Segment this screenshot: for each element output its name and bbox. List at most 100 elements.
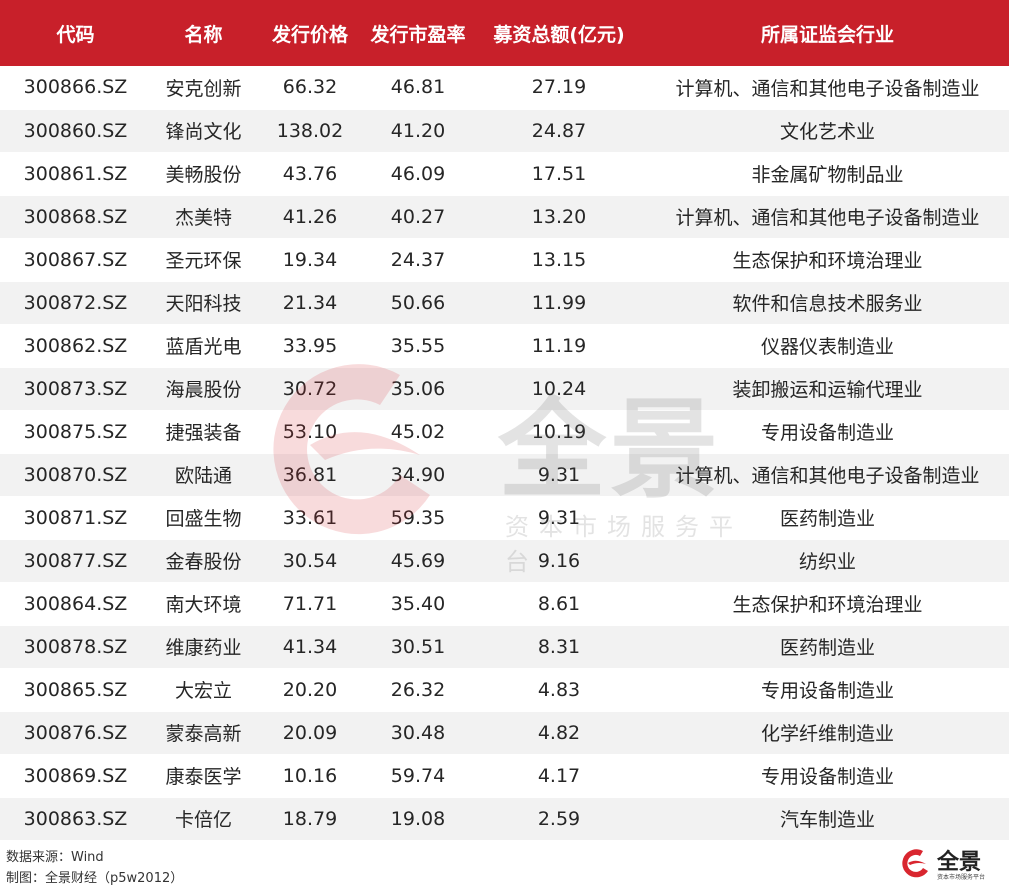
cell-raised-amount: 9.31: [472, 453, 646, 497]
table-row: 300867.SZ 圣元环保 19.34 24.37 13.15 生态保护和环境治理业: [0, 238, 1009, 282]
header-raised-amount: 募资总额(亿元): [493, 23, 625, 46]
cell-raised-amount: 13.15: [472, 238, 646, 282]
cell-raised-amount: 11.99: [472, 281, 646, 325]
cell-code: 300868.SZ: [0, 195, 151, 239]
cell-industry: 专用设备制造业: [646, 668, 1009, 712]
table-row: 300863.SZ 卡倍亿 18.79 19.08 2.59 汽车制造业: [0, 797, 1009, 841]
cell-raised-amount: 24.87: [472, 109, 646, 153]
source-note: 数据来源：Wind: [6, 850, 104, 865]
cell-raised-amount: 10.24: [472, 367, 646, 411]
cell-name: 回盛生物: [151, 496, 256, 540]
cell-raised-amount: 9.16: [472, 539, 646, 583]
cell-name: 捷强装备: [151, 410, 256, 454]
cell-issue-pe: 30.48: [364, 711, 472, 755]
table-row: 300868.SZ 杰美特 41.26 40.27 13.20 计算机、通信和其他电子设备…: [0, 195, 1009, 239]
cell-industry: 专用设备制造业: [646, 410, 1009, 454]
table-row: 300875.SZ 捷强装备 53.10 45.02 10.19 专用设备制造业: [0, 410, 1009, 454]
cell-raised-amount: 17.51: [472, 152, 646, 196]
cell-industry: 生态保护和环境治理业: [646, 582, 1009, 626]
cell-issue-pe: 35.06: [364, 367, 472, 411]
table-row: 300878.SZ 维康药业 41.34 30.51 8.31 医药制造业: [0, 625, 1009, 669]
table-row: 300873.SZ 海晨股份 30.72 35.06 10.24 装卸搬运和运输代理业: [0, 367, 1009, 411]
cell-issue-pe: 59.35: [364, 496, 472, 540]
cell-issue-pe: 40.27: [364, 195, 472, 239]
cell-code: 300864.SZ: [0, 582, 151, 626]
table-row: 300865.SZ 大宏立 20.20 26.32 4.83 专用设备制造业: [0, 668, 1009, 712]
cell-code: 300871.SZ: [0, 496, 151, 540]
table-row: 300864.SZ 南大环境 71.71 35.40 8.61 生态保护和环境治理业: [0, 582, 1009, 626]
cell-code: 300872.SZ: [0, 281, 151, 325]
table-row: 300876.SZ 蒙泰高新 20.09 30.48 4.82 化学纤维制造业: [0, 711, 1009, 755]
cell-issue-pe: 19.08: [364, 797, 472, 841]
cell-code: 300866.SZ: [0, 66, 151, 110]
cell-name: 大宏立: [151, 668, 256, 712]
cell-issue-pe: 34.90: [364, 453, 472, 497]
header-issue-pe: 发行市盈率: [370, 23, 466, 46]
header-name: 名称: [184, 23, 223, 46]
cell-name: 维康药业: [151, 625, 256, 669]
cell-industry: 汽车制造业: [646, 797, 1009, 841]
cell-name: 美畅股份: [151, 152, 256, 196]
table-row: 300862.SZ 蓝盾光电 33.95 35.55 11.19 仪器仪表制造业: [0, 324, 1009, 368]
brand-logo-tagline: 资本市场服务平台: [937, 874, 986, 881]
cell-code: 300869.SZ: [0, 754, 151, 798]
cell-raised-amount: 4.82: [472, 711, 646, 755]
table-row: 300866.SZ 安克创新 66.32 46.81 27.19 计算机、通信和其他电子设…: [0, 66, 1009, 110]
cell-issue-price: 41.34: [256, 625, 364, 669]
cell-issue-pe: 24.37: [364, 238, 472, 282]
cell-raised-amount: 10.19: [472, 410, 646, 454]
cell-industry: 纺织业: [646, 539, 1009, 583]
cell-issue-price: 41.26: [256, 195, 364, 239]
cell-issue-price: 19.34: [256, 238, 364, 282]
cell-raised-amount: 9.31: [472, 496, 646, 540]
cell-industry: 医药制造业: [646, 496, 1009, 540]
table-row: 300869.SZ 康泰医学 10.16 59.74 4.17 专用设备制造业: [0, 754, 1009, 798]
table-header: 代码 名称 发行价格 发行市盈率 募资总额(亿元) 所属证监会行业: [0, 0, 1009, 66]
cell-issue-pe: 50.66: [364, 281, 472, 325]
table-body: 300866.SZ 安克创新 66.32 46.81 27.19 计算机、通信和其他电子设…: [0, 66, 1009, 841]
cell-raised-amount: 4.17: [472, 754, 646, 798]
cell-industry: 文化艺术业: [646, 109, 1009, 153]
cell-issue-price: 20.20: [256, 668, 364, 712]
cell-industry: 仪器仪表制造业: [646, 324, 1009, 368]
cell-issue-pe: 46.09: [364, 152, 472, 196]
cell-issue-price: 43.76: [256, 152, 364, 196]
table-row: 300861.SZ 美畅股份 43.76 46.09 17.51 非金属矿物制品业: [0, 152, 1009, 196]
cell-code: 300878.SZ: [0, 625, 151, 669]
cell-name: 锋尚文化: [151, 109, 256, 153]
cell-issue-price: 10.16: [256, 754, 364, 798]
cell-issue-pe: 41.20: [364, 109, 472, 153]
cell-raised-amount: 8.31: [472, 625, 646, 669]
cell-issue-pe: 35.55: [364, 324, 472, 368]
header-code: 代码: [56, 23, 95, 46]
cell-industry: 装卸搬运和运输代理业: [646, 367, 1009, 411]
credit-note: 制图：全景财经（p5w2012）: [6, 871, 184, 886]
cell-industry: 专用设备制造业: [646, 754, 1009, 798]
cell-name: 蒙泰高新: [151, 711, 256, 755]
cell-code: 300875.SZ: [0, 410, 151, 454]
cell-issue-price: 18.79: [256, 797, 364, 841]
cell-issue-pe: 35.40: [364, 582, 472, 626]
cell-raised-amount: 11.19: [472, 324, 646, 368]
cell-name: 圣元环保: [151, 238, 256, 282]
cell-name: 卡倍亿: [151, 797, 256, 841]
cell-issue-pe: 59.74: [364, 754, 472, 798]
cell-issue-price: 36.81: [256, 453, 364, 497]
cell-issue-price: 138.02: [256, 109, 364, 153]
table-row: 300872.SZ 天阳科技 21.34 50.66 11.99 软件和信息技术服务业: [0, 281, 1009, 325]
cell-industry: 计算机、通信和其他电子设备制造业: [646, 195, 1009, 239]
cell-industry: 计算机、通信和其他电子设备制造业: [646, 453, 1009, 497]
cell-issue-price: 30.54: [256, 539, 364, 583]
cell-issue-pe: 46.81: [364, 66, 472, 110]
cell-issue-pe: 26.32: [364, 668, 472, 712]
cell-code: 300860.SZ: [0, 109, 151, 153]
cell-industry: 非金属矿物制品业: [646, 152, 1009, 196]
cell-name: 欧陆通: [151, 453, 256, 497]
table-row: 300860.SZ 锋尚文化 138.02 41.20 24.87 文化艺术业: [0, 109, 1009, 153]
cell-issue-price: 66.32: [256, 66, 364, 110]
cell-issue-price: 33.61: [256, 496, 364, 540]
cell-issue-pe: 45.02: [364, 410, 472, 454]
brand-logo: 全景 资本市场服务平台: [899, 844, 999, 884]
cell-issue-price: 30.72: [256, 367, 364, 411]
cell-industry: 生态保护和环境治理业: [646, 238, 1009, 282]
